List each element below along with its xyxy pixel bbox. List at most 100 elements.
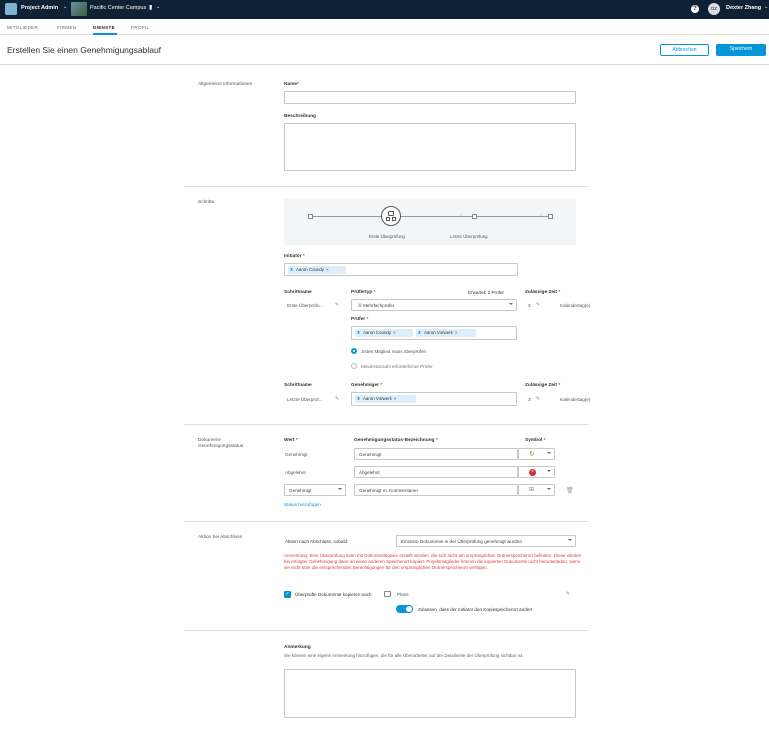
flow-arrow-icon: › <box>460 212 462 218</box>
status-value-select[interactable]: Genehmigt <box>284 484 346 496</box>
status-label-input[interactable]: Abgelehnt <box>354 466 518 478</box>
header-divider <box>0 64 769 65</box>
status-label-input[interactable]: Genehmigt m. Kommentaren <box>354 484 518 496</box>
section-label-status: Dokument- Genehmigungsstatus <box>198 438 244 449</box>
chevron-down-icon <box>547 488 551 490</box>
flow-end-node <box>548 214 553 219</box>
description-label: Beschreibung <box>284 114 316 119</box>
name-label: Name* <box>284 82 299 87</box>
flow-step2-label: Letzte Überprüfung <box>450 234 488 239</box>
description-textarea[interactable] <box>284 123 576 171</box>
folder-icon <box>384 591 391 597</box>
section-divider <box>184 186 588 187</box>
user-avatar[interactable]: DZ <box>708 3 720 15</box>
status-value-approved: Genehmigt <box>285 452 308 457</box>
status-symbol-header: Symbol * <box>525 438 546 443</box>
project-name[interactable]: Pacific Center Campus <box>90 5 146 11</box>
edit-icon[interactable]: ✎ <box>335 396 339 402</box>
edit-icon[interactable]: ✎ <box>536 396 540 402</box>
name-input[interactable] <box>284 91 576 104</box>
chevron-down-icon <box>568 539 572 541</box>
remove-icon[interactable]: × <box>455 330 458 335</box>
step2-time-header: Zulässige Zeit * <box>525 383 561 388</box>
chevron-down-icon[interactable]: ⌄ <box>63 4 67 10</box>
approver-input[interactable]: ᴥ Aaron Vorwerk × <box>351 392 517 406</box>
active-tab-indicator <box>93 33 117 35</box>
cancel-button[interactable]: Abbrechen <box>660 44 709 56</box>
step1-type-select[interactable]: ꕤ Mehrfachprüfer <box>351 299 517 311</box>
remove-icon[interactable]: × <box>393 330 396 335</box>
tab-bar: MITGLIEDER FIRMEN DIENSTE PROFIL <box>0 19 769 35</box>
step1-required-reviewers: Erwartet: 2 Prüfer <box>468 290 504 295</box>
step1-time-value[interactable]: 3 <box>528 303 531 308</box>
person-icon: ᴥ <box>357 395 361 402</box>
person-icon: ᴥ <box>357 329 361 336</box>
step1-name-value: Erste Überprüfu... <box>287 303 324 308</box>
flow-diagram: › › Erste Überprüfung Letzte Überprüfung <box>284 199 576 245</box>
flow-step1-label: Erste Überprüfung <box>369 234 405 239</box>
tab-dienste[interactable]: DIENSTE <box>93 25 115 30</box>
remark-description: Sie können eine eigene Anmerkung hinzufü… <box>284 653 524 658</box>
reviewer-input[interactable]: ᴥ Aaron Coundy × ᴥ Aaron Vorwerk × <box>351 326 517 340</box>
radio-min-reviewers[interactable] <box>351 363 357 369</box>
step2-name-value: Letzte Überprüf... <box>287 397 323 402</box>
completion-trigger-select[interactable]: Einzelne Dokumente in der Überprüfung ge… <box>396 535 576 547</box>
building-icon: ▮ <box>149 5 153 11</box>
remove-icon[interactable]: × <box>394 396 397 401</box>
section-label-completion: Aktion bei Abschluss <box>198 535 242 540</box>
flow-start-node <box>308 214 313 219</box>
initiator-chip: ᴥ Aaron Coundy × <box>288 265 346 274</box>
initiator-label: Initiator * <box>284 254 305 259</box>
step1-name-header: Schrittname <box>284 290 312 295</box>
person-icon: ᴥ <box>290 266 294 273</box>
step1-type-value: Mehrfachprüfer <box>363 303 395 308</box>
add-status-link[interactable]: Status hinzufügen <box>284 502 321 507</box>
completion-note: Anmerkung: Eine Überprüfung kann mit Dok… <box>284 553 582 570</box>
status-label-input[interactable]: Genehmigt <box>354 448 518 460</box>
page-title: Erstellen Sie einen Genehmigungsablauf <box>7 45 162 55</box>
chevron-down-icon[interactable]: ⌄ <box>156 4 160 10</box>
approved-icon: ↻ <box>529 451 535 458</box>
avatar-initials: DZ <box>711 6 717 11</box>
copy-folder-name[interactable]: Plans <box>397 592 409 597</box>
edit-icon[interactable]: ✎ <box>335 302 339 308</box>
initiator-change-toggle[interactable] <box>396 605 413 613</box>
section-divider <box>184 521 588 522</box>
toggle-knob <box>406 606 412 612</box>
person-icon: ᴥ <box>418 329 422 336</box>
edit-icon[interactable]: ✎ <box>566 591 570 597</box>
remark-textarea[interactable] <box>284 669 576 718</box>
copy-documents-checkbox[interactable]: ✓ <box>284 591 291 598</box>
user-name[interactable]: Dexter Zhang <box>726 5 761 11</box>
symbol-select[interactable]: ⊞ <box>518 484 555 496</box>
step1-type-header: Prüfertyp * <box>351 290 376 295</box>
tab-profil[interactable]: PROFIL <box>131 25 149 30</box>
radio-all-members[interactable] <box>351 348 357 354</box>
section-divider <box>184 424 588 425</box>
tab-firmen[interactable]: FIRMEN <box>57 25 76 30</box>
step2-time-value[interactable]: 3 <box>528 397 531 402</box>
approved-comment-icon: ⊞ <box>529 487 535 493</box>
flow-step1-node-icon <box>381 206 401 226</box>
tab-mitglieder[interactable]: MITGLIEDER <box>7 25 38 30</box>
reviewer-label: Prüfer * <box>351 317 369 322</box>
chevron-down-icon <box>509 303 513 305</box>
app-logo-icon[interactable] <box>5 3 17 15</box>
symbol-select[interactable]: × <box>518 466 555 478</box>
flow-line <box>310 216 552 217</box>
radio-all-members-label: Jedes Mitglied muss überprüfen <box>361 349 427 354</box>
edit-icon[interactable]: ✎ <box>536 302 540 308</box>
remove-icon[interactable]: × <box>326 267 329 272</box>
radio-min-reviewers-label: Mindestanzahl erforderlicher Prüfer <box>361 364 433 369</box>
app-name[interactable]: Project Admin <box>21 5 58 11</box>
step1-time-unit: Kalendertag(e) <box>560 303 591 308</box>
trash-icon[interactable]: 🗑 <box>566 487 574 494</box>
reviewer-chip: ᴥ Aaron Vorwerk × <box>416 328 476 337</box>
chevron-down-icon[interactable]: ⌄ <box>764 4 768 10</box>
help-icon[interactable]: ? <box>691 5 699 13</box>
symbol-select[interactable]: ↻ <box>518 448 555 460</box>
remark-title: Anmerkung <box>284 645 311 650</box>
initiator-input[interactable]: ᴥ Aaron Coundy × <box>284 263 518 276</box>
project-thumbnail <box>71 2 87 16</box>
save-button[interactable]: Speichern <box>716 44 766 56</box>
